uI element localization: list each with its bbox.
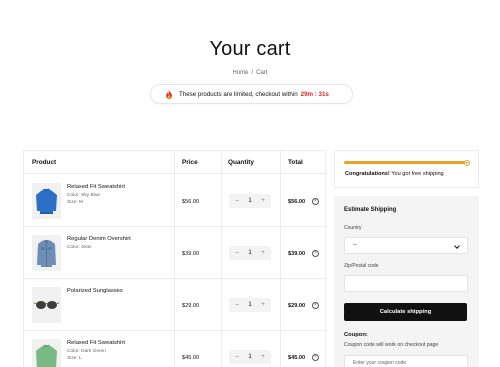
remove-icon[interactable]: ×	[312, 302, 319, 309]
progress-bar	[344, 161, 468, 164]
header-quantity: Quantity	[228, 159, 254, 166]
quantity-stepper[interactable]: – 1 +	[229, 194, 271, 208]
header-product: Product	[32, 159, 57, 166]
calculate-shipping-button[interactable]: Calculate shipping	[344, 303, 467, 321]
breadcrumb-separator: /	[251, 70, 254, 76]
progress-fill	[344, 161, 468, 164]
line-total: $45.00	[288, 355, 306, 361]
shipping-message-bold: Congratulations!	[345, 171, 390, 177]
remove-icon[interactable]: ×	[312, 198, 319, 205]
header-price: Price	[182, 159, 198, 166]
increase-button[interactable]: +	[259, 302, 267, 308]
line-total: $56.00	[288, 199, 306, 205]
estimate-title: Estimate Shipping	[344, 207, 397, 213]
page-title: Your cart	[209, 38, 291, 60]
product-image[interactable]	[32, 287, 61, 323]
breadcrumb-current: Cart	[256, 70, 268, 76]
country-label: Country	[344, 225, 362, 231]
shipping-message-text: You got free shipping	[391, 171, 444, 177]
estimate-shipping-panel: Estimate Shipping Country -- Zip/Postal …	[334, 196, 479, 367]
quantity-value[interactable]: 1	[248, 250, 251, 256]
urgency-banner: These products are limited, checkout wit…	[150, 84, 353, 104]
breadcrumb-home[interactable]: Home	[232, 70, 248, 76]
product-price: $56.00	[182, 199, 200, 205]
product-price: $29.00	[182, 303, 200, 309]
table-row: Regular Denim Overshirt Color: Jean $39.…	[24, 227, 327, 279]
product-color: Color: Jean	[67, 245, 92, 250]
decrease-button[interactable]: –	[233, 302, 241, 308]
product-color: Color: Dark Green	[67, 349, 106, 354]
decrease-button[interactable]: –	[233, 198, 241, 204]
product-price: $45.00	[182, 355, 200, 361]
table-row: Relaxed Fit Sweatshirt Color: Sky Blue S…	[24, 175, 327, 227]
progress-end-icon	[464, 160, 470, 166]
product-name[interactable]: Regular Denim Overshirt	[67, 236, 131, 242]
line-total: $39.00	[288, 251, 306, 257]
increase-button[interactable]: +	[259, 250, 267, 256]
product-size: Size: L	[67, 356, 82, 361]
zip-input[interactable]	[344, 275, 468, 292]
urgency-message: These products are limited, checkout wit…	[179, 90, 298, 98]
free-shipping-progress: Congratulations! You got free shipping	[334, 150, 479, 188]
coupon-note: Coupon code will work on checkout page	[344, 342, 439, 348]
quantity-value[interactable]: 1	[248, 302, 251, 308]
quantity-stepper[interactable]: – 1 +	[229, 350, 271, 364]
header-total: Total	[288, 159, 303, 166]
shipping-message: Congratulations! You got free shipping	[345, 171, 444, 177]
product-image[interactable]	[32, 339, 61, 367]
product-price: $39.00	[182, 251, 200, 257]
country-select[interactable]: --	[344, 237, 468, 254]
chevron-down-icon	[454, 243, 460, 249]
countdown-timer: 29m : 31s	[300, 90, 329, 98]
quantity-stepper[interactable]: – 1 +	[229, 298, 271, 312]
decrease-button[interactable]: –	[233, 354, 241, 360]
product-name[interactable]: Polarized Sunglasses	[67, 288, 123, 294]
coupon-input[interactable]: Enter your coupon code	[344, 355, 468, 367]
zip-label: Zip/Postal code	[344, 263, 379, 269]
decrease-button[interactable]: –	[233, 250, 241, 256]
quantity-value[interactable]: 1	[248, 198, 251, 204]
quantity-stepper[interactable]: – 1 +	[229, 246, 271, 260]
product-name[interactable]: Relaxed Fit Sweatshirt	[67, 340, 125, 346]
product-image[interactable]	[32, 183, 61, 219]
line-total: $29.00	[288, 303, 306, 309]
breadcrumb: Home / Cart	[0, 70, 500, 76]
quantity-value[interactable]: 1	[248, 354, 251, 360]
cart-table: Product Price Quantity Total Relaxed Fit…	[23, 150, 327, 367]
fire-icon	[166, 89, 172, 99]
product-name[interactable]: Relaxed Fit Sweatshirt	[67, 184, 125, 190]
product-image[interactable]	[32, 235, 61, 271]
coupon-title: Coupon:	[344, 332, 368, 338]
table-row: Relaxed Fit Sweatshirt Color: Dark Green…	[24, 331, 327, 367]
product-size: Size: M	[67, 200, 83, 205]
product-color: Color: Sky Blue	[67, 193, 101, 198]
remove-icon[interactable]: ×	[312, 250, 319, 257]
increase-button[interactable]: +	[259, 354, 267, 360]
country-select-value: --	[353, 242, 357, 248]
table-row: Polarized Sunglasses $29.00 – 1 + $29.00…	[24, 279, 327, 331]
remove-icon[interactable]: ×	[312, 354, 319, 361]
increase-button[interactable]: +	[259, 198, 267, 204]
